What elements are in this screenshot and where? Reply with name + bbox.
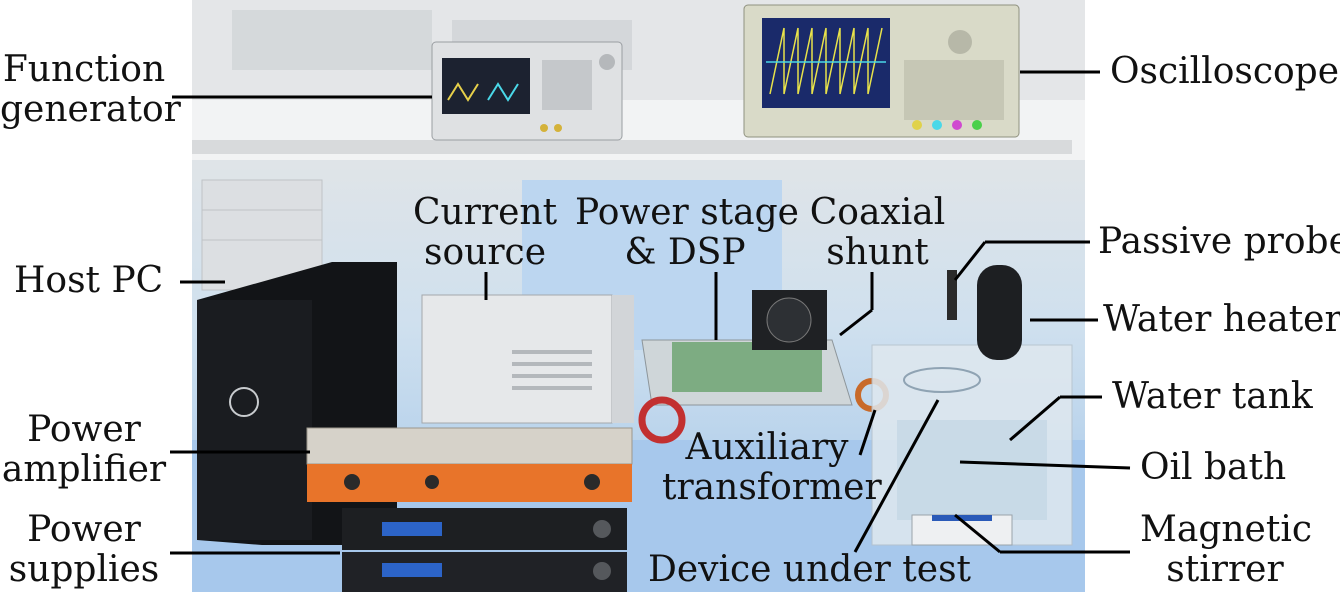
current-source-drawing (421, 294, 634, 424)
label-coaxial-shunt: Coaxial shunt (805, 193, 950, 273)
label-power-stage-line2: & DSP (624, 232, 746, 273)
water-tank-drawing (871, 265, 1073, 546)
power-amplifier-drawing (306, 427, 633, 502)
label-auxiliary-transformer-line1: Auxiliary (685, 427, 849, 468)
label-power-stage: Power stage & DSP (575, 192, 799, 273)
label-oil-bath: Oil bath (1140, 447, 1287, 488)
label-power-supplies-line2: supplies (8, 549, 160, 590)
label-function-generator: Function generator (0, 49, 181, 130)
label-power-supplies-line1: Power (27, 509, 141, 550)
oscilloscope-drawing (743, 4, 1020, 138)
label-water-heater: Water heater (1103, 299, 1340, 340)
host-pc-drawing (197, 262, 397, 545)
lab-setup-drawing (192, 0, 1085, 592)
label-power-stage-line1: Power stage (575, 192, 799, 233)
label-function-generator-line1: Function (2, 49, 166, 90)
label-magnetic-stirrer-line1: Magnetic (1140, 509, 1313, 550)
label-oscilloscope: Oscilloscope (1110, 51, 1340, 92)
label-function-generator-line2: generator (0, 89, 181, 130)
label-power-amplifier-line2: amplifier (1, 449, 167, 490)
label-device-under-test: Device under test (648, 549, 972, 590)
label-power-amplifier-line1: Power (27, 409, 141, 450)
label-power-supplies: Power supplies (0, 510, 168, 590)
lab-setup-photo (192, 0, 1085, 592)
label-auxiliary-transformer-line2: transformer (662, 467, 882, 508)
label-magnetic-stirrer: Magnetic stirrer (1140, 509, 1313, 590)
label-power-amplifier: Power amplifier (0, 410, 168, 490)
label-passive-probe: Passive probe (1098, 221, 1340, 262)
label-magnetic-stirrer-line2: stirrer (1166, 549, 1284, 590)
label-current-source-line2: source (423, 232, 546, 273)
label-current-source: Current source (405, 193, 565, 273)
label-host-pc: Host PC (14, 260, 164, 301)
label-auxiliary-transformer: Auxiliary transformer (662, 427, 882, 508)
power-supplies-drawing (342, 508, 627, 592)
function-generator-drawing (431, 41, 623, 141)
label-coaxial-shunt-line2: shunt (826, 232, 929, 273)
label-current-source-line1: Current (412, 192, 558, 233)
label-coaxial-shunt-line1: Coaxial (809, 192, 946, 233)
label-water-tank: Water tank (1112, 376, 1313, 417)
